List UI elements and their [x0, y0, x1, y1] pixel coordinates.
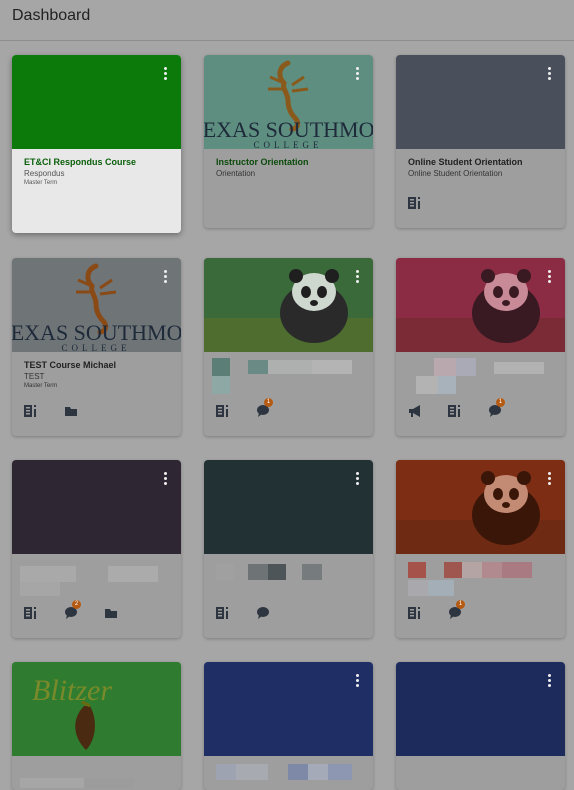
dashboard-header: Dashboard — [0, 0, 574, 41]
course-card-instructor-orientation[interactable]: TEXAS SOUTHMOS COLLEGE Instructor Orient… — [204, 55, 373, 228]
course-subtitle: Online Student Orientation — [408, 169, 503, 178]
syllabus-icon[interactable] — [448, 404, 462, 418]
course-card-hero[interactable] — [12, 55, 181, 149]
course-card-blitzer[interactable]: Blitzer — [12, 662, 181, 790]
course-subtitle: Respondus — [24, 169, 65, 178]
blurred-course-info — [20, 776, 170, 790]
course-card-hero[interactable]: TEXAS SOUTHMOS COLLEGE — [12, 258, 181, 352]
card-options-menu-icon[interactable] — [351, 672, 363, 690]
card-options-menu-icon[interactable] — [351, 65, 363, 83]
card-options-menu-icon[interactable] — [543, 672, 555, 690]
syllabus-icon[interactable] — [216, 606, 230, 620]
logo-line1: TEXAS SOUTHMOS — [204, 117, 373, 142]
panda-image — [396, 258, 565, 352]
logo-line1: TEXAS SOUTHMOS — [12, 320, 181, 345]
course-card-hero[interactable] — [12, 460, 181, 554]
panda-image — [396, 460, 565, 554]
discussion-icon[interactable] — [256, 606, 270, 620]
course-card-et-ci-respondus[interactable]: ET&CI Respondus Course Respondus Master … — [12, 55, 181, 233]
course-card-hero[interactable] — [204, 460, 373, 554]
card-options-menu-icon[interactable] — [543, 470, 555, 488]
course-card-navy-2[interactable] — [396, 662, 565, 790]
course-card-test-course-michael[interactable]: TEXAS SOUTHMOS COLLEGE TEST Course Micha… — [12, 258, 181, 436]
discussion-icon[interactable]: 1 — [488, 398, 505, 418]
course-title[interactable]: Instructor Orientation — [216, 157, 361, 167]
course-card-hero[interactable] — [204, 258, 373, 352]
unread-badge: 2 — [72, 600, 81, 609]
course-title[interactable]: Online Student Orientation — [408, 157, 553, 167]
course-card-hero[interactable]: TEXAS SOUTHMOS COLLEGE — [204, 55, 373, 149]
card-options-menu-icon[interactable] — [159, 65, 171, 83]
unread-badge: 1 — [264, 398, 273, 407]
course-subtitle: TEST — [24, 372, 45, 381]
unread-badge: 1 — [456, 600, 465, 609]
discussion-icon[interactable]: 1 — [256, 398, 273, 418]
announcement-icon[interactable] — [408, 404, 422, 418]
course-card-dark-teal[interactable] — [204, 460, 373, 638]
folder-icon[interactable] — [64, 404, 78, 418]
course-card-hero[interactable] — [396, 460, 565, 554]
card-options-menu-icon[interactable] — [543, 268, 555, 286]
blurred-course-info — [212, 762, 362, 782]
course-card-hero[interactable] — [396, 662, 565, 756]
syllabus-icon[interactable] — [24, 606, 38, 620]
card-options-menu-icon[interactable] — [543, 65, 555, 83]
course-card-panda-orange[interactable]: 1 — [396, 460, 565, 638]
blurred-course-info — [404, 560, 554, 600]
blitzer-logo-text: Blitzer — [32, 674, 112, 707]
course-term: Master Term — [24, 383, 58, 389]
blurred-course-info — [404, 358, 554, 396]
logo-line2: COLLEGE — [62, 343, 131, 352]
course-term: Master Term — [24, 180, 58, 186]
card-options-menu-icon[interactable] — [159, 268, 171, 286]
discussion-icon[interactable]: 1 — [448, 600, 465, 620]
blurred-course-info — [20, 564, 170, 598]
blurred-course-info — [212, 358, 362, 396]
syllabus-icon[interactable] — [408, 196, 422, 210]
folder-icon[interactable] — [104, 606, 118, 620]
course-title[interactable]: TEST Course Michael — [24, 360, 169, 370]
course-card-hero[interactable]: Blitzer — [12, 662, 181, 756]
blurred-course-info — [212, 562, 362, 582]
college-logo-image: TEXAS SOUTHMOS COLLEGE — [204, 60, 373, 149]
course-card-hero[interactable] — [396, 258, 565, 352]
course-card-dark-purple[interactable]: 2 — [12, 460, 181, 638]
logo-line2: COLLEGE — [254, 140, 323, 149]
course-card-navy-1[interactable] — [204, 662, 373, 790]
syllabus-icon[interactable] — [24, 404, 38, 418]
college-logo-image: TEXAS SOUTHMOS COLLEGE — [12, 263, 181, 352]
blitzer-logo-image: Blitzer — [12, 662, 181, 756]
syllabus-icon[interactable] — [408, 606, 422, 620]
card-options-menu-icon[interactable] — [351, 268, 363, 286]
course-title[interactable]: ET&CI Respondus Course — [24, 157, 169, 167]
course-card-online-student-orientation[interactable]: Online Student Orientation Online Studen… — [396, 55, 565, 228]
card-options-menu-icon[interactable] — [351, 470, 363, 488]
syllabus-icon[interactable] — [216, 404, 230, 418]
discussion-icon[interactable]: 2 — [64, 600, 81, 620]
course-card-panda-red[interactable]: 1 — [396, 258, 565, 436]
course-card-hero[interactable] — [396, 55, 565, 149]
dashboard-page: Dashboard ET&CI Respondus Course Respond… — [0, 0, 574, 790]
card-options-menu-icon[interactable] — [159, 470, 171, 488]
course-card-hero[interactable] — [204, 662, 373, 756]
panda-image — [204, 258, 373, 352]
unread-badge: 1 — [496, 398, 505, 407]
course-subtitle: Orientation — [216, 169, 256, 178]
course-card-panda-green[interactable]: 1 — [204, 258, 373, 436]
page-title: Dashboard — [12, 7, 91, 24]
